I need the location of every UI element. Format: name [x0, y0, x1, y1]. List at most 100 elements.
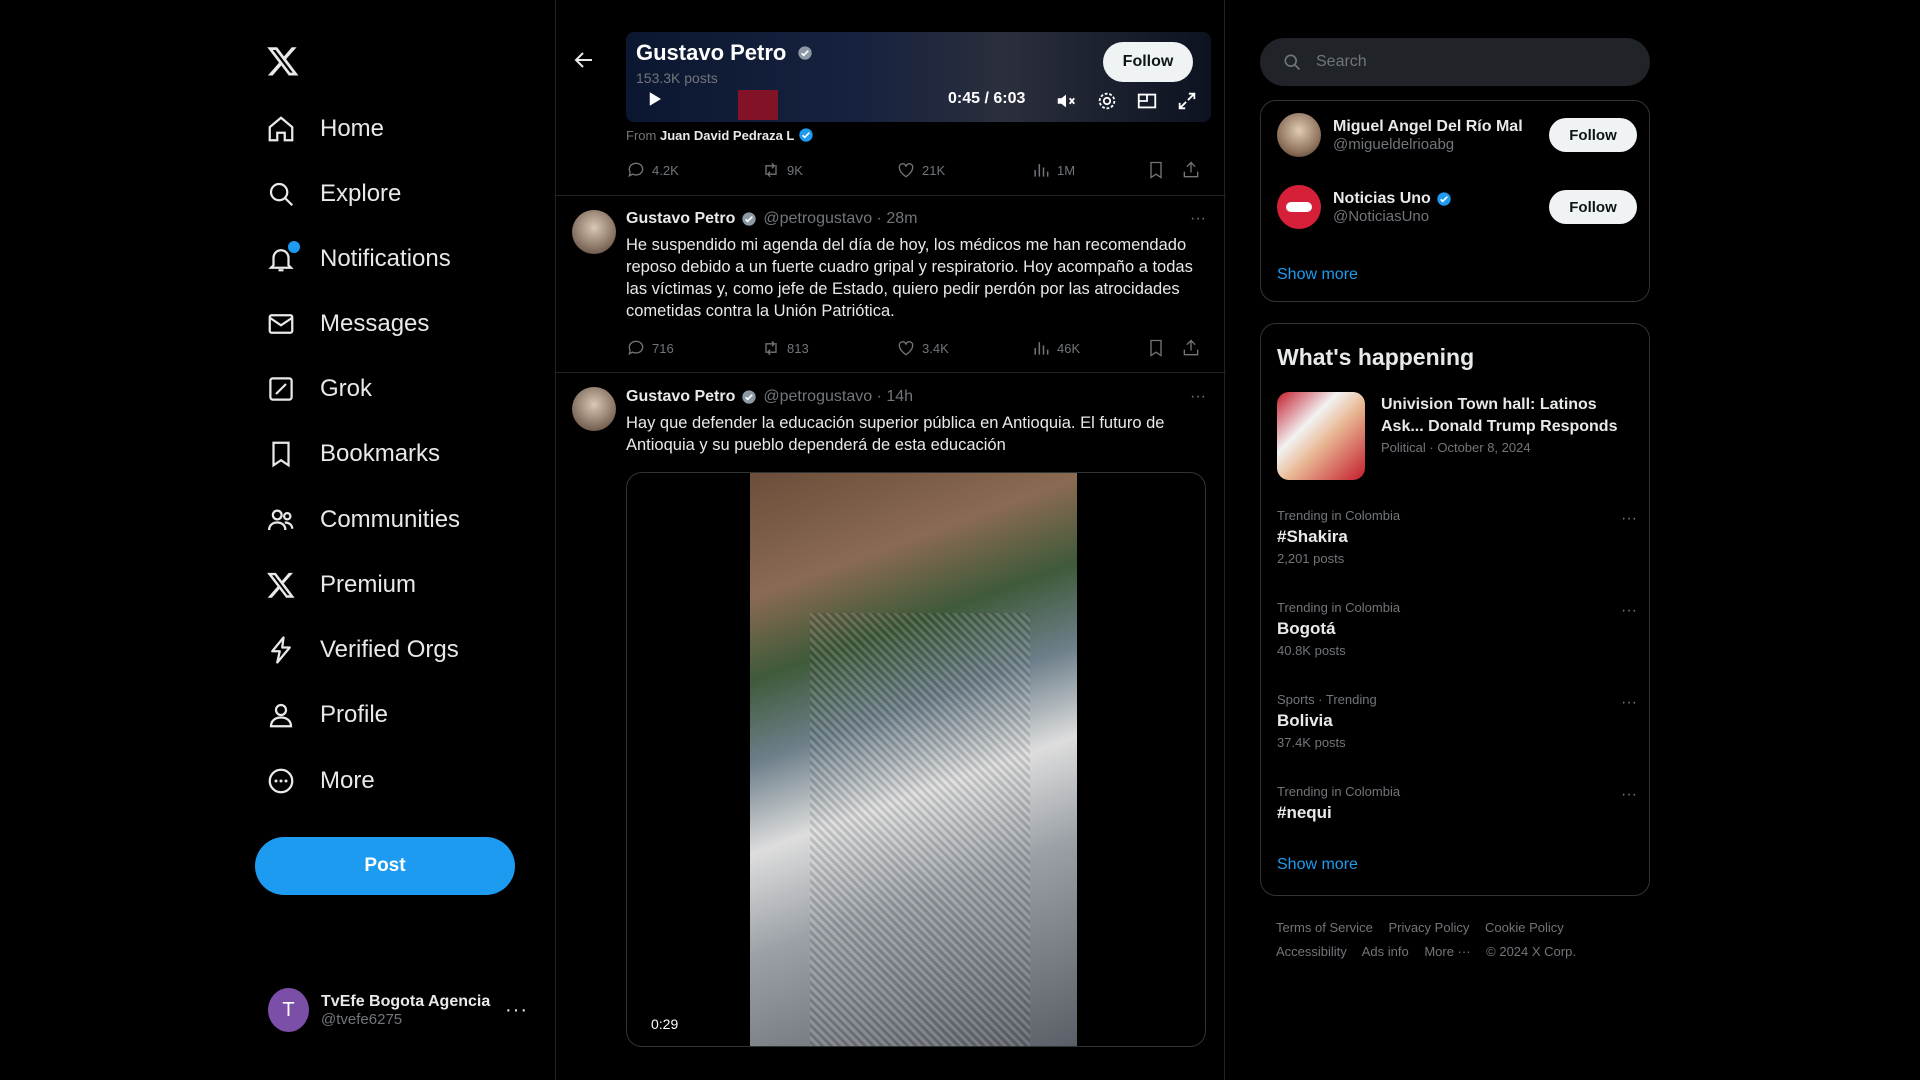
footer-ads[interactable]: Ads info — [1362, 944, 1409, 959]
nav-home[interactable]: Home — [266, 105, 384, 153]
lightning-icon — [266, 635, 296, 665]
settings-gear-icon[interactable] — [1096, 90, 1118, 112]
back-arrow-icon[interactable] — [572, 48, 596, 72]
play-icon[interactable] — [646, 90, 664, 108]
pip-icon[interactable] — [1136, 90, 1158, 112]
news-thumbnail[interactable] — [1277, 392, 1365, 480]
suggested-account-handle: @migueldelrioabg — [1333, 135, 1455, 153]
nav-explore[interactable]: Explore — [266, 170, 401, 218]
trend-topic: #nequi — [1277, 803, 1332, 822]
tweet-text: He suspendido mi agenda del día de hoy, … — [626, 236, 1193, 320]
who-to-follow-panel: Miguel Angel Del Río Mal @migueldelrioab… — [1260, 100, 1650, 302]
docked-video-player[interactable]: Gustavo Petro 153.3K posts Follow 0:45 /… — [626, 32, 1211, 122]
nav-grok[interactable]: Grok — [266, 365, 372, 413]
mute-icon[interactable] — [1055, 90, 1077, 112]
show-more-link[interactable]: Show more — [1277, 856, 1358, 874]
nav-verified-orgs[interactable]: Verified Orgs — [266, 626, 459, 674]
nav-messages[interactable]: Messages — [266, 300, 429, 348]
footer-cookie[interactable]: Cookie Policy — [1485, 920, 1564, 935]
footer-terms[interactable]: Terms of Service — [1276, 920, 1373, 935]
trend-item[interactable]: Trending in Colombia #nequi ··· — [1277, 784, 1637, 823]
suggested-account-name: Miguel Angel Del Río Mal — [1333, 117, 1523, 135]
post-button[interactable]: Post — [255, 837, 515, 895]
retweet-count: 9K — [787, 162, 803, 178]
account-more-icon[interactable]: ··· — [505, 999, 528, 1022]
trend-more-icon[interactable]: ··· — [1621, 786, 1637, 804]
trend-item[interactable]: Sports · Trending Bolivia 37.4K posts ··… — [1277, 692, 1637, 750]
share-button[interactable] — [1181, 160, 1201, 180]
tweet-meta: @petrogustavo · 14h — [763, 388, 914, 405]
like-count: 3.4K — [922, 340, 949, 356]
search-icon — [266, 179, 296, 209]
tweet-more-icon[interactable]: ··· — [1190, 388, 1206, 406]
divider — [556, 195, 1226, 196]
footer-links: Terms of Service Privacy Policy Cookie P… — [1276, 916, 1646, 964]
trend-count: 2,201 posts — [1277, 551, 1345, 566]
nav-communities[interactable]: Communities — [266, 496, 460, 544]
share-button[interactable] — [1181, 338, 1201, 358]
retweet-button[interactable]: 813 — [761, 338, 809, 358]
retweet-button[interactable]: 9K — [761, 160, 803, 180]
player-author-name: Gustavo Petro — [636, 40, 787, 65]
tweet-header: Gustavo Petro @petrogustavo · 14h — [626, 388, 913, 406]
right-sidebar: Search Miguel Angel Del Río Mal @migueld… — [1260, 0, 1650, 1080]
avatar: T — [268, 988, 310, 1032]
nav-label-profile: Profile — [320, 701, 389, 728]
share-icon — [1183, 161, 1199, 178]
heart-icon — [898, 163, 914, 178]
views-button[interactable]: 1M — [1031, 160, 1075, 180]
reply-button[interactable]: 4.2K — [626, 160, 679, 180]
player-follow-button[interactable]: Follow — [1103, 42, 1193, 82]
avatar — [1277, 185, 1321, 229]
views-count: 46K — [1057, 340, 1081, 356]
footer-copyright: © 2024 X Corp. — [1486, 944, 1576, 959]
verified-badge-icon — [799, 128, 813, 142]
tweet-video[interactable]: 0:29 — [626, 472, 1206, 1047]
trend-item[interactable]: Trending in Colombia Bogotá 40.8K posts … — [1277, 600, 1637, 658]
follow-button[interactable]: Follow — [1549, 190, 1637, 224]
footer-privacy[interactable]: Privacy Policy — [1388, 920, 1469, 935]
player-title: Gustavo Petro — [636, 40, 813, 66]
nav-label-grok: Grok — [320, 375, 373, 402]
nav-more[interactable]: More — [266, 757, 375, 805]
footer-accessibility[interactable]: Accessibility — [1276, 944, 1347, 959]
nav-label-communities: Communities — [320, 506, 461, 533]
follow-button[interactable]: Follow — [1549, 118, 1637, 152]
like-button[interactable]: 21K — [896, 160, 945, 180]
from-author[interactable]: Juan David Pedraza L — [660, 128, 794, 143]
tweet-more-icon[interactable]: ··· — [1190, 210, 1206, 228]
news-headline[interactable]: Univision Town hall: Latinos Ask... Dona… — [1381, 394, 1636, 438]
verified-badge-icon — [742, 212, 757, 226]
tweet-author-name[interactable]: Gustavo Petro — [626, 210, 735, 228]
nav-notifications[interactable]: Notifications — [266, 235, 451, 283]
trend-more-icon[interactable]: ··· — [1621, 602, 1637, 620]
nav-label-home: Home — [320, 115, 385, 142]
list-item[interactable]: Noticias Uno @NoticiasUno Follow — [1277, 181, 1637, 233]
trend-item[interactable]: Trending in Colombia #Shakira 2,201 post… — [1277, 508, 1637, 566]
suggested-account-handle: @NoticiasUno — [1333, 207, 1430, 225]
like-button[interactable]: 3.4K — [896, 338, 949, 358]
nav-premium[interactable]: Premium — [266, 561, 416, 609]
expand-icon[interactable] — [1176, 90, 1198, 112]
reply-button[interactable]: 716 — [626, 338, 674, 358]
trend-more-icon[interactable]: ··· — [1621, 694, 1637, 712]
bookmark-button[interactable] — [1146, 338, 1166, 358]
avatar[interactable] — [572, 387, 616, 431]
nav-bookmarks[interactable]: Bookmarks — [266, 430, 440, 478]
trend-context: Trending in Colombia — [1277, 784, 1401, 799]
views-button[interactable]: 46K — [1031, 338, 1080, 358]
account-switcher[interactable]: T TvEfe Bogota Agencia @tvefe6275 ··· — [268, 985, 528, 1035]
trend-context: Trending in Colombia — [1277, 508, 1401, 523]
nav-profile[interactable]: Profile — [266, 691, 388, 739]
tweet-author-name[interactable]: Gustavo Petro — [626, 388, 735, 406]
footer-more[interactable]: More ··· — [1424, 944, 1470, 959]
list-item[interactable]: Miguel Angel Del Río Mal @migueldelrioab… — [1277, 109, 1637, 161]
trend-more-icon[interactable]: ··· — [1621, 510, 1637, 528]
bookmark-button[interactable] — [1146, 160, 1166, 180]
reply-icon — [628, 162, 644, 178]
more-circle-icon — [266, 766, 296, 796]
search-input[interactable]: Search — [1260, 38, 1650, 86]
x-logo-icon[interactable] — [266, 44, 300, 78]
avatar[interactable] — [572, 210, 616, 254]
show-more-link[interactable]: Show more — [1277, 266, 1358, 284]
